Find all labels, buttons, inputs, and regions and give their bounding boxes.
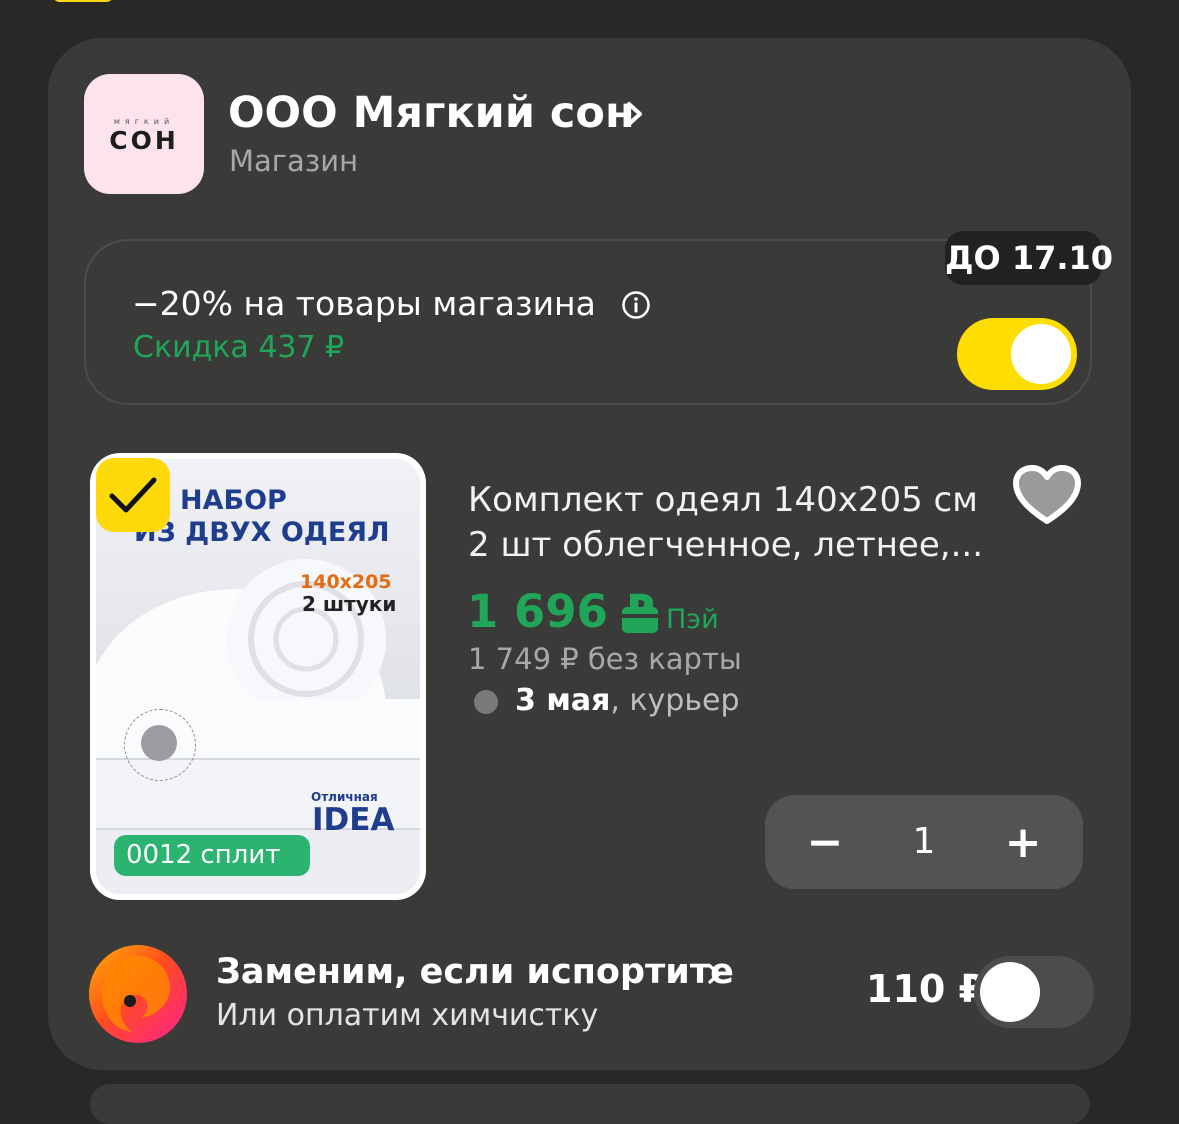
- card-icon: [622, 607, 658, 633]
- shop-logo-small-text: мягкий: [113, 117, 175, 126]
- promo-discount: Скидка 437 ₽: [133, 330, 345, 365]
- insurance-toggle[interactable]: [974, 956, 1094, 1028]
- promo-title: −20% на товары магазина: [132, 284, 596, 323]
- insurance-subtitle: Или оплатим химчистку: [216, 998, 599, 1033]
- image-size: 140х205: [300, 571, 392, 593]
- color-dot: [141, 725, 177, 761]
- chevron-right-icon[interactable]: [622, 96, 648, 132]
- insurance-title-link[interactable]: Заменим, если испортите: [216, 952, 734, 992]
- pay-label: Пэй: [666, 604, 719, 635]
- image-brand-big: IDEA: [312, 802, 395, 838]
- quantity-stepper: − 1 +: [765, 795, 1083, 889]
- product-title[interactable]: Комплект одеял 140х205 см 2 шт облегченн…: [468, 478, 998, 568]
- delivery-method: , курьер: [610, 683, 740, 718]
- chevron-right-icon[interactable]: [705, 960, 725, 988]
- image-count: 2 штуки: [302, 592, 397, 616]
- image-title-line1: НАБОР: [180, 485, 287, 516]
- shop-logo-main-text: СОН: [109, 126, 179, 155]
- delivery-info: 3 мая, курьер: [515, 683, 740, 718]
- swirl-logo-icon: [89, 945, 187, 1043]
- shop-type: Магазин: [229, 144, 359, 178]
- delivery-status-dot: [474, 690, 498, 714]
- shop-name-link[interactable]: ООО Мягкий сон: [228, 88, 635, 138]
- increase-quantity-button[interactable]: +: [973, 795, 1073, 889]
- next-card-edge: [90, 1084, 1090, 1124]
- info-icon[interactable]: [621, 290, 651, 320]
- price-without-card: 1 749 ₽ без карты: [468, 642, 742, 676]
- check-icon: [109, 477, 157, 513]
- promo-deadline-badge: ДО 17.10: [945, 231, 1113, 285]
- image-title-line2: ИЗ ДВУХ ОДЕЯЛ: [134, 517, 390, 548]
- heart-icon[interactable]: [1012, 465, 1082, 527]
- delivery-date: 3 мая: [515, 683, 611, 718]
- promo-toggle[interactable]: [957, 318, 1077, 390]
- toggle-knob: [1011, 324, 1071, 384]
- shop-logo[interactable]: мягкий СОН: [84, 74, 204, 194]
- previous-element-edge: [52, 0, 114, 2]
- select-checkbox[interactable]: [96, 458, 170, 532]
- split-badge: 0012 сплит: [114, 835, 310, 876]
- insurance-price: 110 ₽: [866, 967, 985, 1011]
- toggle-knob: [980, 962, 1040, 1022]
